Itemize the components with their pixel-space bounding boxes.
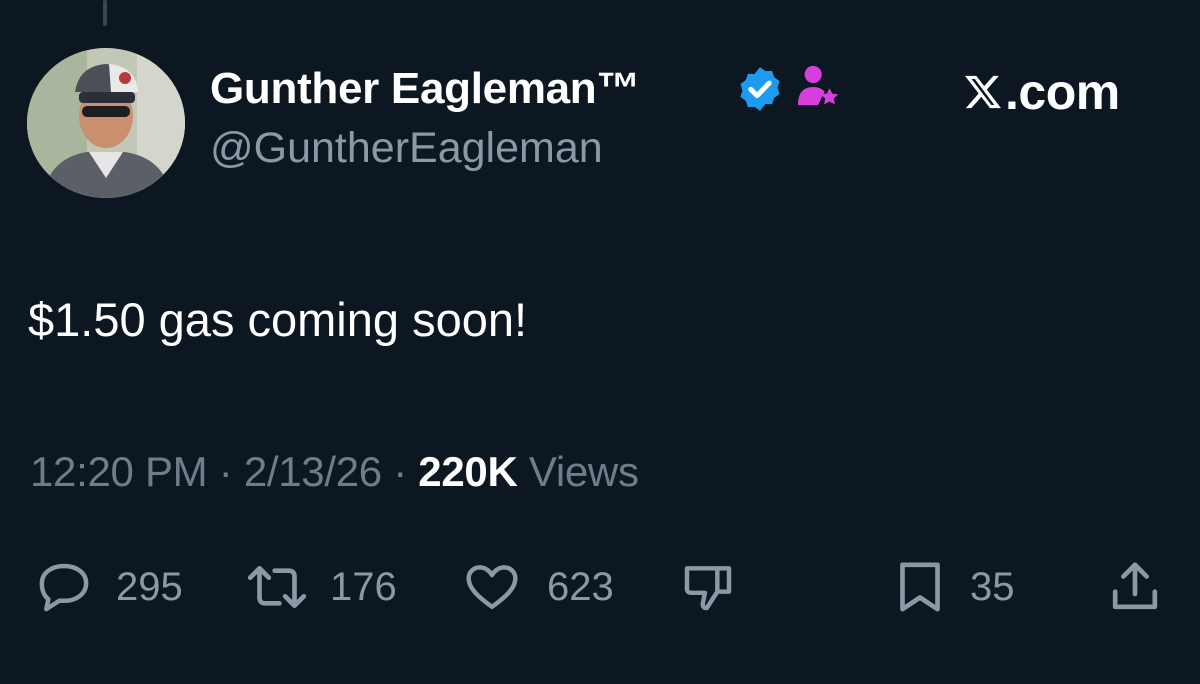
meta-separator: · bbox=[218, 448, 233, 495]
tweet-time[interactable]: 12:20 PM bbox=[30, 448, 208, 495]
avatar-photo-icon bbox=[27, 48, 185, 198]
bookmark-icon bbox=[900, 562, 940, 612]
x-logo-icon bbox=[965, 75, 1001, 109]
verified-badge-icon[interactable] bbox=[735, 64, 785, 114]
thread-connector-line bbox=[103, 0, 107, 26]
like-button[interactable]: 623 bbox=[457, 555, 614, 619]
views-count: 220K bbox=[418, 448, 518, 495]
thumbs-down-icon bbox=[684, 566, 732, 611]
author-handle[interactable]: @GuntherEagleman bbox=[210, 124, 603, 173]
share-button[interactable] bbox=[1105, 555, 1165, 619]
repost-count: 176 bbox=[330, 564, 397, 609]
tweet-text: $1.50 gas coming soon! bbox=[28, 293, 528, 346]
reply-button[interactable]: 295 bbox=[32, 555, 183, 619]
repost-button[interactable]: 176 bbox=[238, 555, 397, 619]
bookmark-count: 35 bbox=[970, 564, 1015, 609]
like-count: 623 bbox=[547, 564, 614, 609]
share-icon bbox=[1112, 562, 1158, 610]
views-label: Views bbox=[528, 448, 639, 495]
author-display-name[interactable]: Gunther Eagleman™ bbox=[210, 64, 640, 114]
bookmark-button[interactable]: 35 bbox=[890, 555, 1015, 619]
reply-count: 295 bbox=[116, 564, 183, 609]
downvote-button[interactable] bbox=[676, 555, 740, 619]
site-brand-text: .com bbox=[1005, 64, 1120, 120]
repost-icon bbox=[247, 566, 307, 608]
action-bar: 295 176 623 35 bbox=[0, 555, 1200, 619]
meta-separator: · bbox=[393, 448, 407, 495]
tweet-meta: 12:20 PM · 2/13/26 · 220K Views bbox=[30, 448, 639, 496]
affiliate-person-star-icon[interactable] bbox=[795, 62, 841, 110]
avatar[interactable] bbox=[27, 48, 185, 198]
site-brand: .com bbox=[963, 64, 1120, 120]
tweet-date[interactable]: 2/13/26 bbox=[244, 448, 382, 495]
heart-icon bbox=[466, 565, 518, 610]
reply-icon bbox=[39, 563, 89, 612]
